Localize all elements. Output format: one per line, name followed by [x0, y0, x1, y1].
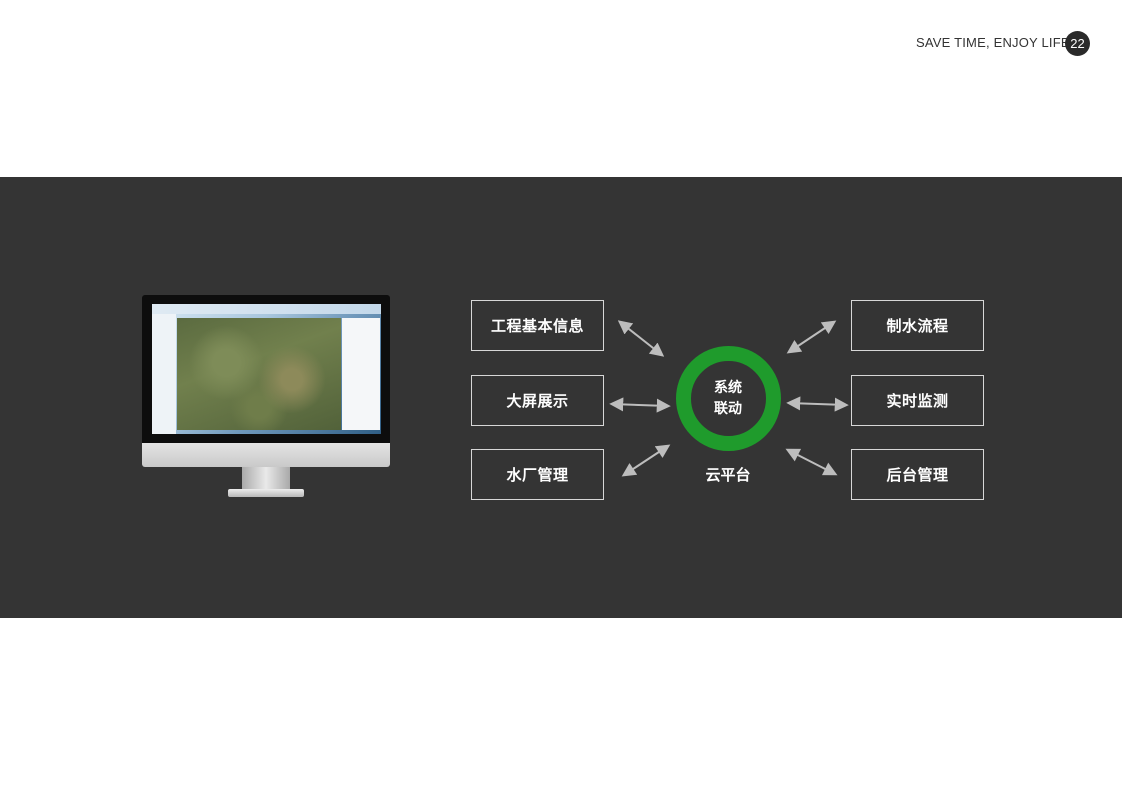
hub-caption: 云平台 — [705, 466, 751, 484]
module-water-plant: 水厂管理 — [471, 449, 604, 500]
monitor-foot — [228, 489, 304, 497]
screen-sidebar — [152, 314, 176, 434]
hub-label-line1: 系统 — [714, 380, 742, 396]
screen-map — [177, 318, 341, 430]
screen-side-panel — [342, 318, 380, 430]
hub-label-line2: 联动 — [714, 401, 742, 417]
monitor-stand — [242, 467, 290, 491]
header-tagline: SAVE TIME, ENJOY LIFE — [916, 35, 1070, 50]
module-big-screen: 大屏展示 — [471, 375, 604, 426]
module-water-process: 制水流程 — [851, 300, 984, 351]
page-number-badge: 22 — [1065, 31, 1090, 56]
module-realtime-monitor: 实时监测 — [851, 375, 984, 426]
module-engineering-info: 工程基本信息 — [471, 300, 604, 351]
monitor-illustration — [142, 295, 390, 503]
screen-titlebar — [152, 304, 381, 314]
monitor-bezel — [142, 295, 390, 443]
monitor-chin — [142, 443, 390, 467]
hub-label: 系统 联动 — [694, 378, 762, 420]
monitor-screen — [152, 304, 381, 434]
module-backend-management: 后台管理 — [851, 449, 984, 500]
